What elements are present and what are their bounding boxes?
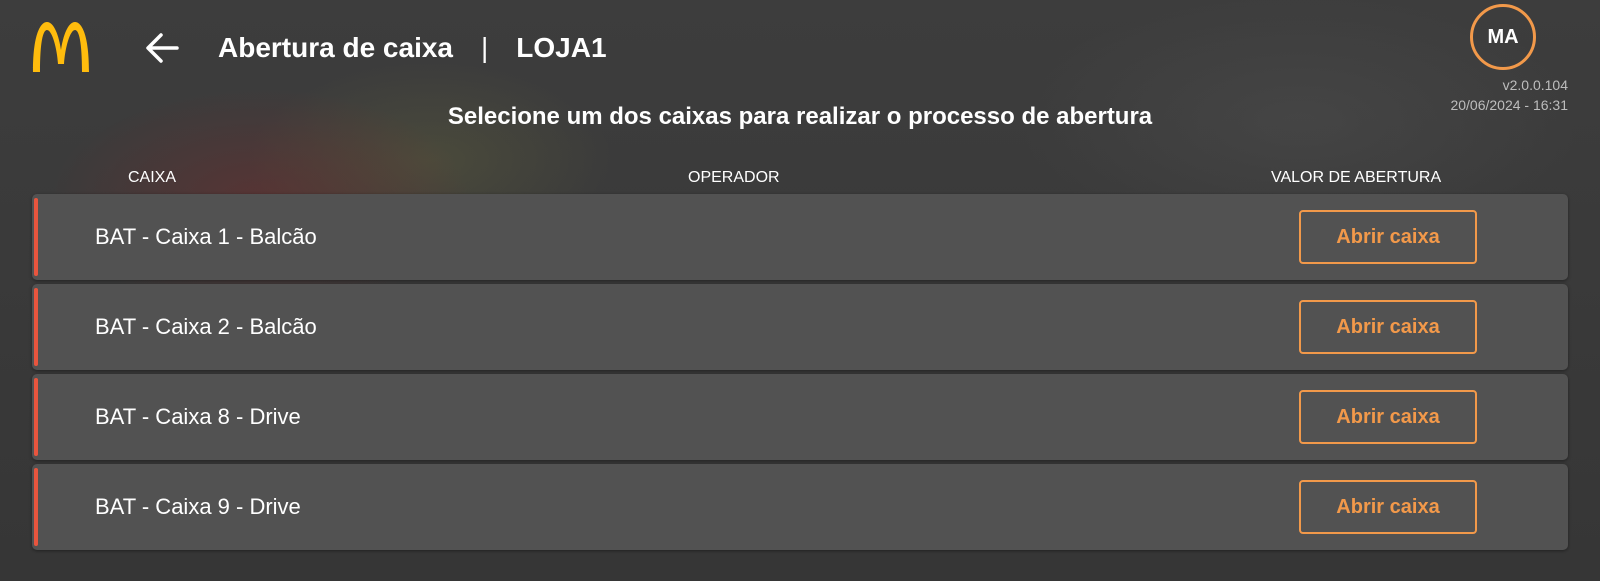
cash-register-name: BAT - Caixa 8 - Drive — [95, 404, 301, 429]
cash-register-name: BAT - Caixa 2 - Balcão — [95, 314, 317, 339]
open-register-button[interactable]: Abrir caixa — [1299, 390, 1477, 444]
page-header: Abertura de caixa | LOJA1 — [218, 29, 607, 67]
store-name: LOJA1 — [516, 32, 607, 63]
user-avatar[interactable]: MA — [1470, 4, 1536, 70]
column-header-valor-abertura: VALOR DE ABERTURA — [1271, 169, 1442, 186]
status-indicator — [34, 198, 38, 276]
status-indicator — [34, 468, 38, 546]
cash-register-row[interactable]: BAT - Caixa 1 - Balcão Abrir caixa — [32, 194, 1568, 280]
mcdonalds-arches-icon — [33, 22, 89, 72]
cash-register-row[interactable]: BAT - Caixa 9 - Drive Abrir caixa — [32, 464, 1568, 550]
column-header-caixa: CAIXA — [128, 169, 177, 186]
back-button[interactable] — [143, 29, 181, 67]
open-register-button[interactable]: Abrir caixa — [1299, 210, 1477, 264]
open-register-button[interactable]: Abrir caixa — [1299, 300, 1477, 354]
column-header-operador: OPERADOR — [688, 169, 780, 186]
title-separator: | — [481, 32, 489, 63]
status-indicator — [34, 288, 38, 366]
cash-register-name: BAT - Caixa 1 - Balcão — [95, 224, 317, 249]
cash-register-name: BAT - Caixa 9 - Drive — [95, 494, 301, 519]
cash-register-row[interactable]: BAT - Caixa 2 - Balcão Abrir caixa — [32, 284, 1568, 370]
cash-opening-screen: Abertura de caixa | LOJA1 MA v2.0.0.104 … — [0, 0, 1600, 581]
arrow-left-icon — [146, 33, 179, 63]
status-indicator — [34, 378, 38, 456]
app-version: v2.0.0.104 — [1502, 77, 1568, 93]
cash-register-row[interactable]: BAT - Caixa 8 - Drive Abrir caixa — [32, 374, 1568, 460]
instruction-text: Selecione um dos caixas para realizar o … — [447, 103, 1153, 130]
page-title: Abertura de caixa — [218, 32, 453, 63]
open-register-button[interactable]: Abrir caixa — [1299, 480, 1477, 534]
cash-register-list: BAT - Caixa 1 - Balcão Abrir caixa BAT -… — [32, 194, 1568, 554]
